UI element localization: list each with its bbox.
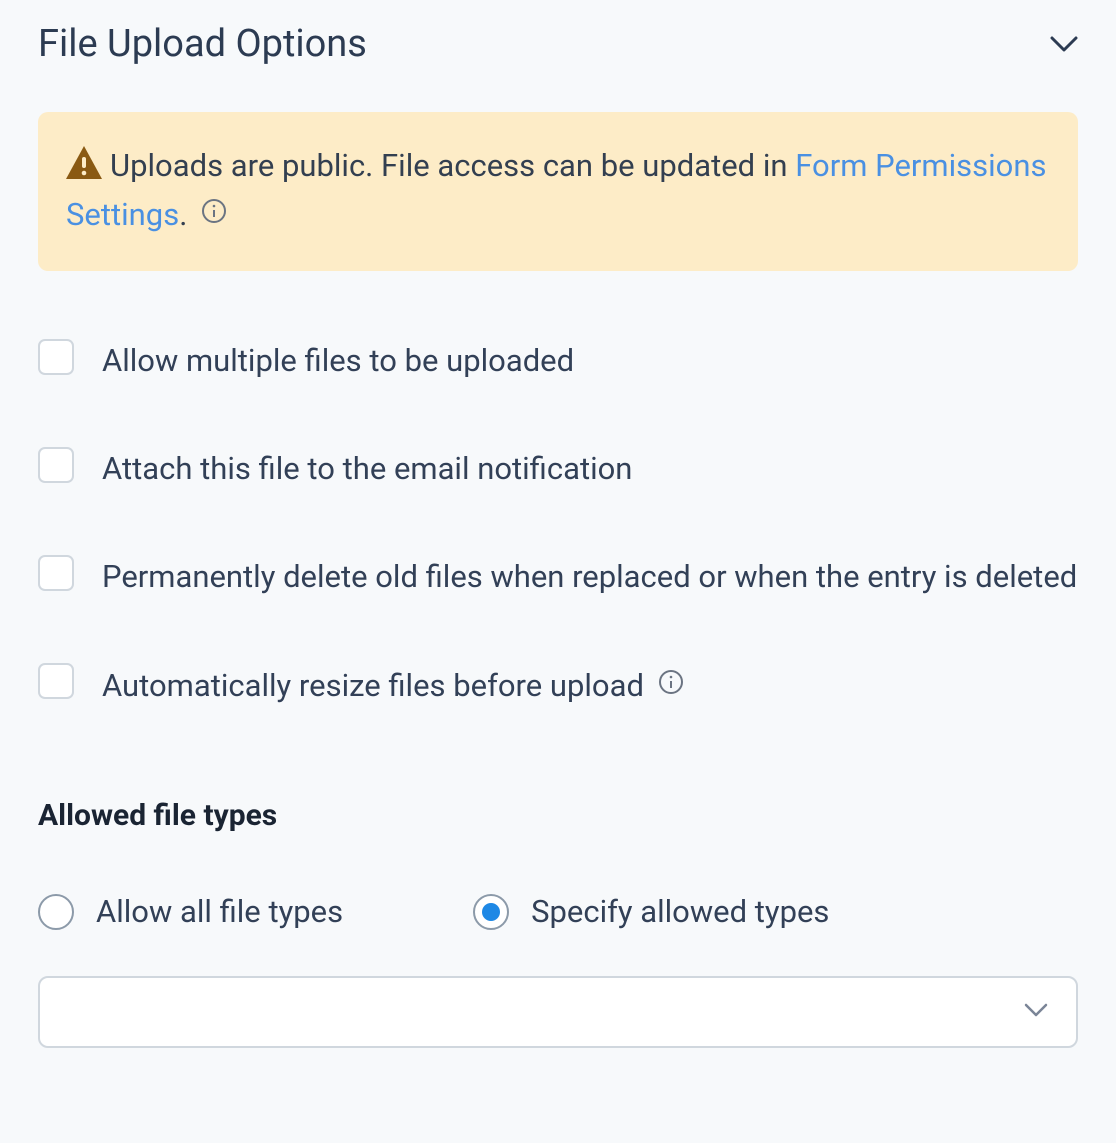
alert-text-suffix: . xyxy=(179,196,187,233)
radio-specify-allowed[interactable]: Specify allowed types xyxy=(473,893,829,930)
section-title: File Upload Options xyxy=(38,22,367,66)
chevron-down-icon xyxy=(1024,1002,1048,1022)
radio-input[interactable] xyxy=(473,894,509,930)
radio-label: Specify allowed types xyxy=(531,893,829,930)
checkbox[interactable] xyxy=(38,555,74,591)
chevron-down-icon xyxy=(1050,30,1078,58)
option-label: Automatically resize files before upload xyxy=(102,661,1078,710)
public-upload-alert: Uploads are public. File access can be u… xyxy=(38,112,1078,271)
option-label: Attach this file to the email notificati… xyxy=(102,445,1078,493)
radio-allow-all[interactable]: Allow all file types xyxy=(38,893,343,930)
allowed-types-radio-group: Allow all file types Specify allowed typ… xyxy=(38,893,1078,930)
allowed-file-types-heading: Allowed file types xyxy=(38,798,1078,833)
option-label: Permanently delete old files when replac… xyxy=(102,553,1078,601)
option-auto-resize[interactable]: Automatically resize files before upload xyxy=(38,661,1078,710)
option-label-text: Automatically resize files before upload xyxy=(102,667,644,704)
option-label: Allow multiple files to be uploaded xyxy=(102,337,1078,385)
section-header[interactable]: File Upload Options xyxy=(38,18,1078,66)
checkbox[interactable] xyxy=(38,663,74,699)
option-delete-old[interactable]: Permanently delete old files when replac… xyxy=(38,553,1078,601)
option-attach-email[interactable]: Attach this file to the email notificati… xyxy=(38,445,1078,493)
checkbox[interactable] xyxy=(38,447,74,483)
warning-icon xyxy=(66,145,102,178)
allowed-types-select[interactable] xyxy=(38,976,1078,1048)
checkbox[interactable] xyxy=(38,339,74,375)
alert-text-prefix: Uploads are public. File access can be u… xyxy=(110,147,795,184)
info-icon[interactable] xyxy=(658,661,684,687)
radio-label: Allow all file types xyxy=(96,893,343,930)
radio-input[interactable] xyxy=(38,894,74,930)
option-allow-multiple[interactable]: Allow multiple files to be uploaded xyxy=(38,337,1078,385)
info-icon[interactable] xyxy=(201,190,227,216)
